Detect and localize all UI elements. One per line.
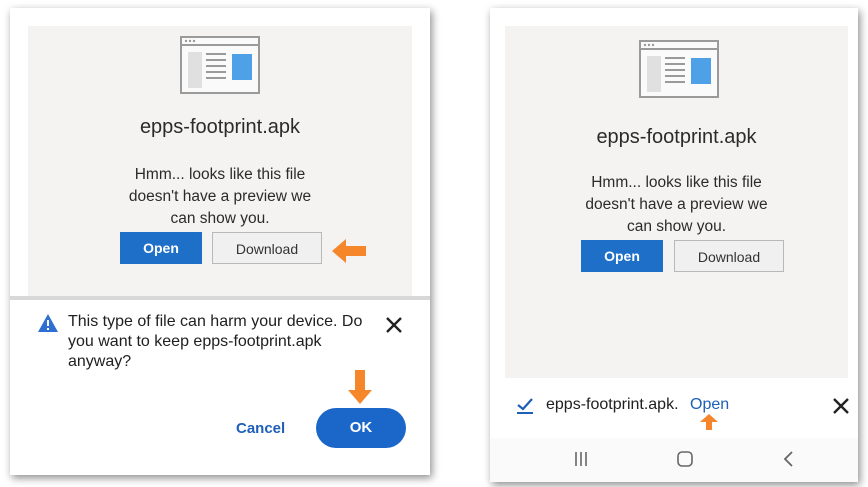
warning-icon: [38, 314, 58, 332]
preview-message-line: Hmm... looks like this file: [591, 174, 762, 191]
arrow-pointer-icon: [332, 239, 366, 263]
downloaded-file-name: epps-footprint.apk.: [546, 396, 679, 413]
arrow-pointer-icon: [700, 414, 718, 430]
warning-message: This type of file can harm your device. …: [68, 313, 363, 370]
download-button[interactable]: Download: [674, 240, 784, 272]
preview-message-line: can show you.: [170, 210, 270, 227]
file-name: epps-footprint.apk: [596, 126, 757, 148]
check-download-icon: [517, 398, 533, 414]
nav-home-icon[interactable]: [676, 450, 694, 468]
open-downloaded-file-link[interactable]: Open: [690, 396, 729, 414]
preview-message: Hmm... looks like this file doesn't have…: [28, 164, 412, 230]
divider: [10, 296, 430, 300]
open-button[interactable]: Open: [120, 232, 202, 264]
preview-message-line: doesn't have a preview we: [128, 188, 312, 205]
preview-message-line: can show you.: [626, 218, 727, 235]
file-name: epps-footprint.apk: [139, 116, 301, 138]
preview-message: Hmm... looks like this file doesn't have…: [505, 172, 848, 238]
file-preview-icon: [639, 40, 719, 98]
close-icon[interactable]: [385, 316, 403, 334]
file-preview-area: epps-footprint.apk Hmm... looks like thi…: [505, 26, 848, 378]
close-icon[interactable]: [832, 397, 850, 415]
android-navigation-bar: [490, 438, 858, 482]
cancel-button[interactable]: Cancel: [236, 420, 285, 437]
open-button[interactable]: Open: [581, 240, 663, 272]
preview-message-line: doesn't have a preview we: [585, 196, 768, 213]
download-button[interactable]: Download: [212, 232, 322, 264]
nav-back-icon[interactable]: [780, 450, 798, 468]
download-complete-bar: epps-footprint.apk. Open: [490, 380, 858, 430]
arrow-pointer-icon: [348, 370, 372, 404]
left-phone-screen: epps-footprint.apk Hmm... looks like thi…: [10, 8, 430, 475]
nav-recent-apps-icon[interactable]: [572, 450, 590, 468]
ok-button[interactable]: OK: [316, 408, 406, 448]
right-phone-screen: epps-footprint.apk Hmm... looks like thi…: [490, 8, 858, 482]
preview-message-line: Hmm... looks like this file: [134, 166, 306, 183]
file-preview-icon: [180, 36, 260, 94]
